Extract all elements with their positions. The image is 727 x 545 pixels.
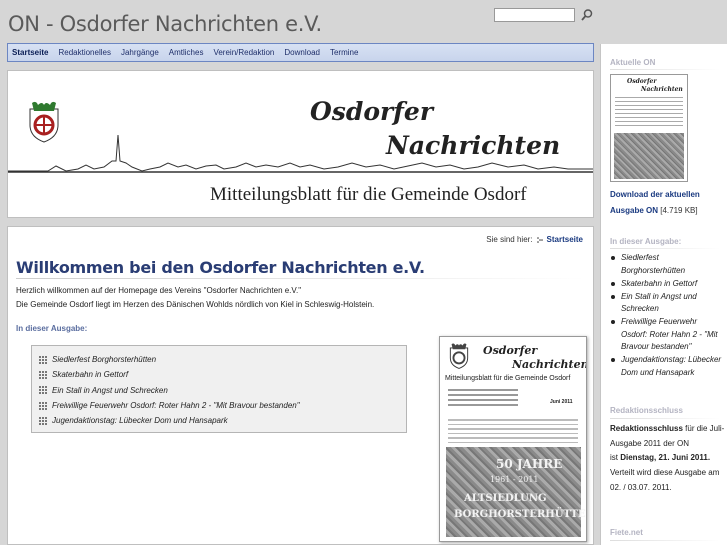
sidebar-issue-item: Ein Stall in Angst und Schrecken xyxy=(610,291,722,316)
cover-title-line1: Osdorfer xyxy=(483,344,538,357)
grid-bullet-icon xyxy=(39,370,47,379)
page-title: Willkommen bei den Osdorfer Nachrichten … xyxy=(16,258,425,277)
title-divider xyxy=(16,278,586,279)
download-size: [4.719 KB] xyxy=(660,206,698,215)
cover-subtitle: Mitteilungsblatt für die Gemeinde Osdorf xyxy=(445,375,571,382)
issue-cover-image[interactable]: Osdorfer Nachrichten Mitteilungsblatt fü… xyxy=(439,336,587,542)
deadline-date: Dienstag, 21. Juni 2011. xyxy=(620,453,711,463)
cover-title-line2: Nachrichten xyxy=(512,358,587,371)
sidebar-heading-issue: In dieser Ausgabe: xyxy=(610,237,682,246)
thumb-stone xyxy=(614,133,684,179)
issue-item-text: Ein Stall in Angst und Schrecken xyxy=(52,385,168,395)
intro-paragraph-2: Die Gemeinde Osdorf liegt im Herzen des … xyxy=(16,300,375,309)
stone-text-1: 50 JAHRE xyxy=(496,457,563,471)
banner-title-line1: Osdorfer xyxy=(310,97,434,126)
sidebar-heading-deadline: Redaktionsschluss xyxy=(610,406,683,415)
grid-bullet-icon xyxy=(39,401,47,410)
current-issue-thumbnail[interactable]: Osdorfer Nachrichten xyxy=(610,74,688,182)
nav-item-jahrgaenge[interactable]: Jahrgänge xyxy=(121,48,159,57)
deadline-text-2: ist xyxy=(610,453,618,463)
main-navigation: Startseite Redaktionelles Jahrgänge Amtl… xyxy=(7,43,594,62)
sidebar-divider xyxy=(610,418,720,419)
cover-date: Juni 2011 xyxy=(550,399,573,405)
search-input[interactable] xyxy=(494,8,575,22)
cover-crest-icon xyxy=(449,343,469,369)
deadline-label: Redaktionsschluss xyxy=(610,424,683,433)
sidebar-heading-fiete: Fiete.net xyxy=(610,528,643,537)
deadline-info: Redaktionsschluss für die Juli-Ausgabe 2… xyxy=(610,422,725,496)
sidebar-heading-current: Aktuelle ON xyxy=(610,58,656,67)
thumb-title-line2: Nachrichten xyxy=(641,86,683,93)
stone-text-2: 1961 - 2011 xyxy=(490,475,539,484)
issue-item-text: Freiwillige Feuerwehr Osdorf: Roter Hahn… xyxy=(52,401,300,411)
breadcrumb: Sie sind hier: Startseite xyxy=(486,235,583,244)
grid-bullet-icon xyxy=(39,355,47,364)
nav-item-termine[interactable]: Termine xyxy=(330,48,358,57)
issue-item-text: Siedlerfest Borghorsterhütten xyxy=(52,355,157,365)
issue-list-item[interactable]: Siedlerfest Borghorsterhütten xyxy=(39,352,406,367)
thumb-title-line1: Osdorfer xyxy=(627,78,657,85)
grid-bullet-icon xyxy=(39,386,47,395)
sidebar-issue-item: Jugendaktionstag: Lübecker Dom und Hansa… xyxy=(610,354,722,379)
banner-subtitle: Mitteilungsblatt für die Gemeinde Osdorf xyxy=(210,184,527,205)
nav-item-redaktionelles[interactable]: Redaktionelles xyxy=(58,48,110,57)
breadcrumb-current-link[interactable]: Startseite xyxy=(547,235,583,244)
grid-bullet-icon xyxy=(39,416,47,425)
sidebar-issue-item: Skaterbahn in Gettorf xyxy=(610,278,722,291)
cover-memorial-stone: 50 JAHRE 1961 - 2011 ALTSIEDLUNG BORGHOR… xyxy=(446,447,586,537)
download-current-issue: Download der aktuellen Ausgabe ON [4.719… xyxy=(610,187,722,219)
banner-title-line2: Nachrichten xyxy=(386,131,561,160)
site-title: ON - Osdorfer Nachrichten e.V. xyxy=(8,12,322,36)
search-icon[interactable] xyxy=(580,8,594,22)
issue-item-text: Jugendaktionstag: Lübecker Dom und Hansa… xyxy=(52,416,228,426)
sidebar: Aktuelle ON Osdorfer Nachrichten Downloa… xyxy=(600,44,727,545)
stone-text-3: ALTSIEDLUNG xyxy=(464,493,547,504)
intro-paragraph-1: Herzlich willkommen auf der Homepage des… xyxy=(16,286,302,295)
nav-item-startseite[interactable]: Startseite xyxy=(12,48,48,57)
sidebar-issue-item: Siedlerfest Borghorsterhütten xyxy=(610,252,722,277)
issue-list-item[interactable]: Ein Stall in Angst und Schrecken xyxy=(39,383,406,398)
issue-heading: In dieser Ausgabe: xyxy=(16,324,88,333)
main-content: Sie sind hier: Startseite Willkommen bei… xyxy=(7,226,594,545)
sidebar-issue-item: Freiwillige Feuerwehr Osdorf: Roter Hahn… xyxy=(610,316,722,354)
deadline-text-3: Verteilt wird diese Ausgabe am 02. / 03.… xyxy=(610,468,720,492)
sidebar-divider xyxy=(610,540,720,541)
sidebar-divider xyxy=(610,248,720,249)
header-banner: Osdorfer Nachrichten Mitteilungsblatt fü… xyxy=(7,70,594,218)
breadcrumb-arrow-icon xyxy=(536,236,543,243)
sidebar-divider xyxy=(610,69,720,70)
cover-text-lines xyxy=(448,419,578,446)
thumb-lines xyxy=(615,97,683,129)
issue-list-item[interactable]: Skaterbahn in Gettorf xyxy=(39,367,406,382)
sidebar-issue-list: Siedlerfest Borghorsterhütten Skaterbahn… xyxy=(610,252,722,380)
nav-item-amtliches[interactable]: Amtliches xyxy=(169,48,204,57)
nav-item-download[interactable]: Download xyxy=(284,48,320,57)
cover-toc-lines xyxy=(448,389,518,409)
nav-item-verein-redaktion[interactable]: Verein/Redaktion xyxy=(213,48,274,57)
issue-list-item[interactable]: Jugendaktionstag: Lübecker Dom und Hansa… xyxy=(39,413,406,428)
stone-text-4: BORGHORSTERHÜTTEN xyxy=(454,509,587,520)
issue-list-item[interactable]: Freiwillige Feuerwehr Osdorf: Roter Hahn… xyxy=(39,398,406,413)
breadcrumb-prefix: Sie sind hier: xyxy=(486,235,533,244)
issue-item-text: Skaterbahn in Gettorf xyxy=(52,370,129,380)
issue-list-box: Siedlerfest Borghorsterhütten Skaterbahn… xyxy=(31,345,407,433)
